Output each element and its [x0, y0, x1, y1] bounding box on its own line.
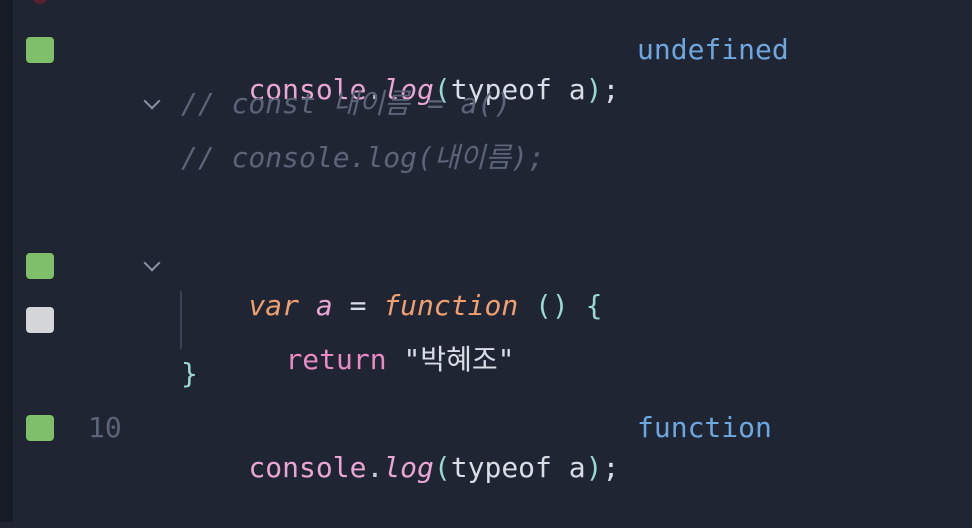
token-console: console — [248, 451, 367, 484]
run-marker-gray[interactable] — [26, 307, 54, 333]
token-close-paren: ) — [585, 451, 603, 484]
inline-result: undefined — [637, 33, 789, 66]
run-marker-green[interactable] — [26, 37, 54, 63]
chevron-down-icon[interactable] — [143, 92, 161, 110]
token-semicolon: ; — [602, 451, 620, 484]
run-marker-green[interactable] — [26, 253, 54, 279]
code-line-2[interactable]: // const 내이름 = a() — [0, 84, 972, 124]
token-open-paren: ( — [433, 451, 451, 484]
code-line-10[interactable]: 10 console.log(typeof a); function — [0, 408, 972, 484]
code-line-7[interactable]: } — [0, 354, 972, 394]
token-dot: . — [366, 451, 384, 484]
token-typeof-arg: typeof a — [450, 451, 586, 484]
code-line-3[interactable]: // console.log(내이름); — [0, 138, 972, 178]
code-line-1[interactable]: console.log(typeof a); undefined — [0, 30, 972, 106]
run-marker-green[interactable] — [26, 415, 54, 441]
comment-text: // const 내이름 = a() — [181, 87, 512, 120]
breakpoint-dot[interactable] — [33, 0, 47, 4]
inline-result: function — [637, 411, 772, 444]
line-number: 10 — [88, 411, 122, 444]
chevron-down-icon[interactable] — [143, 254, 161, 272]
token-close-brace: } — [181, 357, 198, 390]
code-line-6[interactable]: return "박혜조" — [0, 300, 972, 376]
code-line-5[interactable]: var a = function () { — [0, 246, 972, 322]
token-log: log — [383, 451, 434, 484]
comment-text: // console.log(내이름); — [181, 141, 545, 174]
